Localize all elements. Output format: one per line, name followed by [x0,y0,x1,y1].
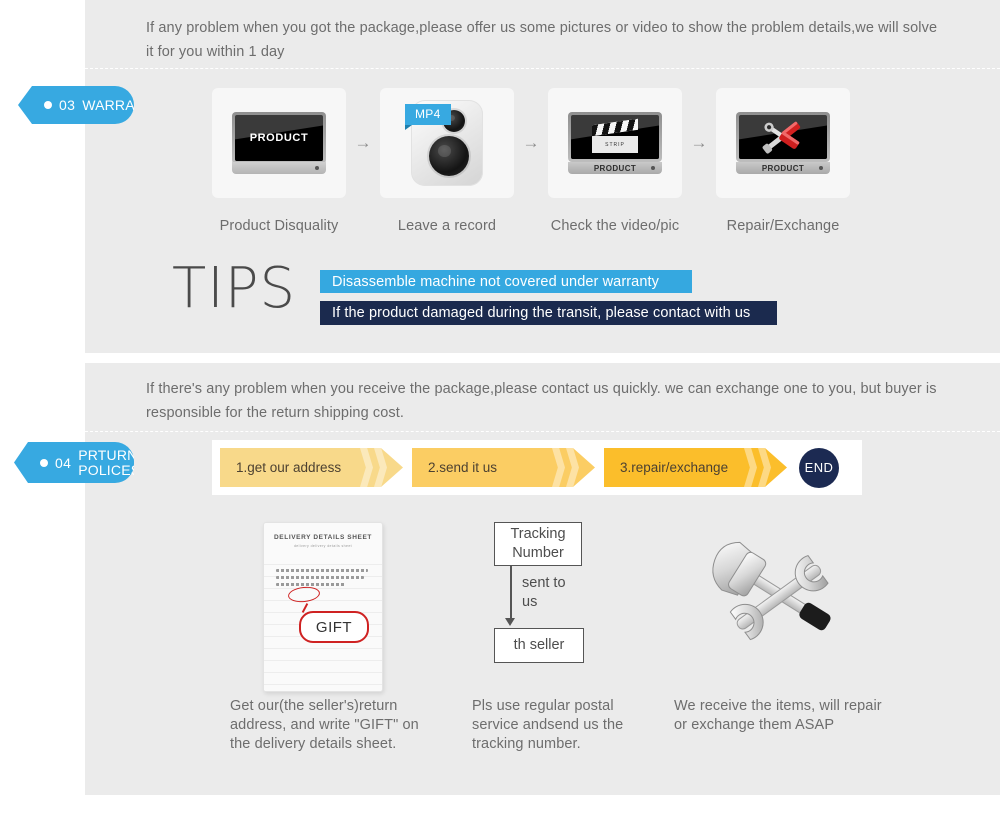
clapperboard-icon: STRIP [592,118,638,153]
warranty-step-2: MP4 Leave a record [380,88,514,234]
step-arrow-icon-1: → [354,133,372,152]
hammer-wrench-icon [712,541,831,641]
sheet-title: DELIVERY DETAILS SHEET [274,534,372,541]
warranty-step-2-card: MP4 [380,88,514,198]
monitor-screen [736,112,830,162]
seller-box: th seller [494,628,584,663]
monitor-base [232,162,326,174]
bullet-dot-icon [40,458,48,467]
flow-arrow-label: sent to us [522,575,566,610]
returns-step-3[interactable]: 3.repair/exchange [604,448,787,487]
warranty-step-1-card: PRODUCT [212,88,346,198]
warranty-step-3-caption: Check the video/pic [550,218,680,234]
step-arrow-icon-2: → [522,133,540,152]
chevron-barb-icon [758,448,771,487]
video-recorder-icon: MP4 [405,100,483,186]
monitor-base: PRODUCT [736,162,830,174]
tips-heading: TIPS [172,256,297,321]
illustration-tracking-flow: Tracking Number sent to us th seller Pls… [468,522,648,754]
warranty-step-4: PRODUCT Repair/Exchange [716,88,850,234]
returns-steps-card: 1.get our address 2.send it us 3.repair/… [212,440,862,495]
returns-illustration-row: DELIVERY DETAILS SHEET delivery delivery… [200,522,900,772]
monitor-led-icon [315,166,319,170]
sheet-scribble-text [276,569,368,590]
monitor-product-icon: PRODUCT [232,112,326,174]
warranty-step-4-card: PRODUCT [716,88,850,198]
gift-callout: GIFT [299,611,369,643]
monitor-screen: PRODUCT [232,112,326,164]
tip-bar-2: If the product damaged during the transi… [320,301,777,325]
illustration-3-caption: We receive the items, will repair or exc… [674,698,882,733]
tip-bar-1: Disassemble machine not covered under wa… [320,270,692,293]
monitor-led-icon [819,166,823,170]
tracking-number-box: Tracking Number [494,522,582,566]
tracking-flow-arrow: sent to us [494,566,582,628]
returns-tab-number: 04 [55,454,72,471]
returns-steps-row: 1.get our address 2.send it us 3.repair/… [212,440,862,495]
returns-step-1-label: 1.get our address [236,460,342,475]
sheet-subtitle: delivery delivery details sheet [293,544,353,548]
monitor-tools-icon: PRODUCT [736,112,830,174]
flow-arrow-line [510,566,512,620]
warranty-tab-number: 03 [59,97,76,113]
monitor-led-icon [651,166,655,170]
returns-tab-label: PRTURN POLICES [78,446,141,478]
warranty-step-row: PRODUCT Product Disquality → MP4 Leave a [212,88,892,238]
monitor-clapperboard-icon: STRIP PRODUCT [568,112,662,174]
chevron-barb-icon [360,448,373,487]
chevron-barb-icon [374,448,387,487]
warranty-dashed-separator [85,68,1000,69]
page-root: If any problem when you got the package,… [0,0,1000,813]
recorder-large-lens-icon [429,136,469,176]
mp4-badge: MP4 [405,104,451,130]
returns-intro-text: If there's any problem when you receive … [146,381,937,421]
illustration-delivery-sheet: DELIVERY DETAILS SHEET delivery delivery… [218,522,428,754]
warranty-step-2-caption: Leave a record [397,218,497,234]
warranty-intro-text: If any problem when you got the package,… [146,20,938,60]
returns-step-1[interactable]: 1.get our address [220,448,403,487]
bullet-dot-icon [44,101,52,109]
monitor-base: PRODUCT [568,162,662,174]
screwdriver-wrench-icon [762,121,801,154]
chevron-barb-icon [552,448,565,487]
illustration-1-caption: Get our(the seller's)return address, and… [230,698,419,752]
returns-step-3-label: 3.repair/exchange [620,460,729,475]
warranty-step-3-card: STRIP PRODUCT [548,88,682,198]
warranty-step-3: STRIP PRODUCT Check the video/pic [548,88,682,234]
step-arrow-icon-3: → [690,133,708,152]
monitor-screen: STRIP [568,112,662,162]
chevron-barb-icon [566,448,579,487]
returns-dashed-separator [85,431,1000,432]
clapper-strip-text: STRIP [605,141,625,148]
warranty-step-1: PRODUCT Product Disquality [212,88,346,234]
illustration-2-caption: Pls use regular postal service andsend u… [472,698,624,752]
sidebar-tab-returns[interactable]: 04 PRTURN POLICES [14,442,134,483]
flow-arrow-head-icon [505,618,515,626]
returns-step-2[interactable]: 2.send it us [412,448,595,487]
returns-step-2-label: 2.send it us [428,460,498,475]
chevron-barb-icon [744,448,757,487]
end-badge: END [799,447,839,488]
delivery-details-sheet-icon: DELIVERY DETAILS SHEET delivery delivery… [263,522,383,692]
tips-block: TIPS Disassemble machine not covered und… [172,258,872,332]
monitor-base-label: PRODUCT [761,163,805,173]
monitor-base-label: PRODUCT [593,163,637,173]
sidebar-tab-warranty[interactable]: 03 WARRANTY [18,86,134,124]
warranty-step-1-caption: Product Disquality [219,218,339,234]
warranty-step-4-caption: Repair/Exchange [726,218,840,234]
monitor-screen-text: PRODUCT [249,132,309,144]
illustration-tools: We receive the items, will repair or exc… [670,522,890,735]
